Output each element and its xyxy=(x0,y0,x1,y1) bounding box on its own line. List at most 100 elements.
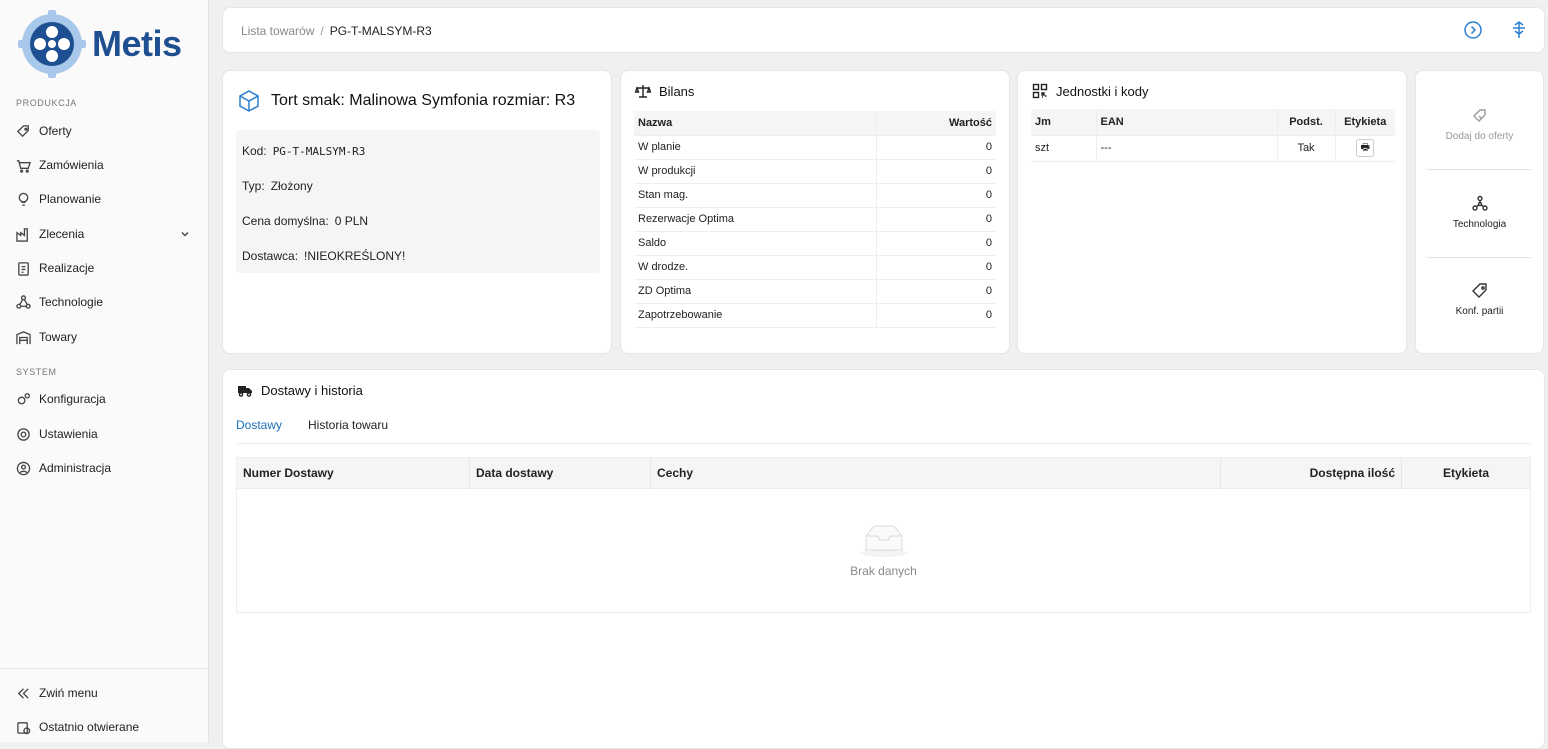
balance-row-value: 0 xyxy=(876,255,996,280)
recently-opened-button[interactable]: Ostatnio otwierane xyxy=(16,715,196,739)
sidebar-item-label: Konfiguracja xyxy=(39,392,106,406)
actions-card: Dodaj do oferty Technologia Konf. partii xyxy=(1415,70,1544,354)
tag-icon xyxy=(16,124,29,137)
printer-icon: 🖶 xyxy=(1360,142,1370,153)
sidebar-item-ustawienia[interactable]: Ustawienia xyxy=(16,422,196,446)
units-base: Tak xyxy=(1277,135,1336,162)
balance-row-name: Saldo xyxy=(634,231,877,256)
clipboard-icon xyxy=(18,261,29,276)
balance-row-value: 0 xyxy=(876,159,996,184)
sidebar-item-label: Technologie xyxy=(39,295,104,309)
sidebar-item-administracja[interactable]: Administracja xyxy=(16,456,196,480)
truck-icon xyxy=(238,386,252,397)
breadcrumb-current: PG-T-MALSYM-R3 xyxy=(329,24,432,38)
col-label[interactable]: Etykieta xyxy=(1402,458,1530,489)
sidebar-item-label: Administracja xyxy=(39,461,112,475)
deliveries-header: Dostawy i historia xyxy=(237,382,363,398)
units-table: Jm EAN Podst. Etykieta szt --- Tak 🖶 xyxy=(1031,109,1395,162)
code-label: Kod: xyxy=(242,144,267,158)
history-icon xyxy=(17,721,31,734)
table-row: Rezerwacje Optima 0 xyxy=(634,207,996,232)
print-label-button[interactable]: 🖶 xyxy=(1356,139,1375,157)
price-row: Cena domyślna: 0 PLN xyxy=(242,214,368,228)
col-delivery-number[interactable]: Numer Dostawy xyxy=(237,458,470,489)
sidebar-item-label: Zamówienia xyxy=(39,158,104,172)
sidebar-item-technologie[interactable]: Technologie xyxy=(16,290,196,314)
units-col-label: Etykieta xyxy=(1335,109,1395,136)
bulb-icon xyxy=(18,192,29,206)
table-row: ZD Optima 0 xyxy=(634,279,996,304)
empty-state: Brak danych xyxy=(237,522,1530,578)
units-col-base: Podst. xyxy=(1277,109,1336,136)
empty-text: Brak danych xyxy=(850,564,917,578)
supplier-value: !NIEOKREŚLONY! xyxy=(304,249,406,263)
supplier-label: Dostawca: xyxy=(242,249,299,263)
balance-row-value: 0 xyxy=(876,183,996,208)
sidebar-item-planowanie[interactable]: Planowanie xyxy=(16,187,196,211)
double-chevron-left-icon xyxy=(17,687,29,699)
top-bar: Lista towarów / PG-T-MALSYM-R3 xyxy=(222,7,1545,53)
user-shield-icon xyxy=(16,461,31,475)
balance-row-value: 0 xyxy=(876,231,996,256)
code-row: Kod: PG-T-MALSYM-R3 xyxy=(242,144,365,158)
collapse-menu-label: Zwiń menu xyxy=(39,686,98,700)
tab-deliveries[interactable]: Dostawy xyxy=(236,418,282,432)
gear-icon xyxy=(17,427,30,441)
technology-button[interactable]: Technologia xyxy=(1416,195,1543,230)
brand-name: Metis xyxy=(92,23,182,64)
deliveries-table-header: Numer Dostawy Data dostawy Cechy Dostępn… xyxy=(237,458,1530,489)
qr-code-icon xyxy=(1032,83,1048,99)
section-production-title: PRODUKCJA xyxy=(16,98,77,108)
table-row: Zapotrzebowanie 0 xyxy=(634,303,996,328)
tag-add-icon xyxy=(1472,109,1486,122)
deliveries-tabs: Dostawy Historia towaru xyxy=(236,418,1531,444)
balance-row-name: W planie xyxy=(634,135,877,160)
balance-header: Bilans xyxy=(635,83,694,99)
sidebar-item-zamowienia[interactable]: Zamówienia xyxy=(16,153,196,177)
table-row: Saldo 0 xyxy=(634,231,996,256)
table-row: W planie 0 xyxy=(634,135,996,160)
sidebar-divider xyxy=(0,668,209,669)
balance-row-name: Zapotrzebowanie xyxy=(634,303,877,328)
col-available-qty[interactable]: Dostępna ilość xyxy=(1221,458,1402,489)
collapse-menu-button[interactable]: Zwiń menu xyxy=(16,681,196,705)
breadcrumb: Lista towarów / PG-T-MALSYM-R3 xyxy=(241,24,432,38)
sidebar-item-label: Planowanie xyxy=(39,192,102,206)
deliveries-table: Numer Dostawy Data dostawy Cechy Dostępn… xyxy=(236,457,1531,613)
balance-row-value: 0 xyxy=(876,303,996,328)
tab-history[interactable]: Historia towaru xyxy=(308,418,388,432)
add-to-offer-button[interactable]: Dodaj do oferty xyxy=(1416,107,1543,142)
sidebar-item-zlecenia[interactable]: Zlecenia xyxy=(16,222,196,246)
table-row: W produkcji 0 xyxy=(634,159,996,184)
add-to-offer-label: Dodaj do oferty xyxy=(1445,131,1514,142)
pin-icon[interactable] xyxy=(1509,20,1529,40)
gears-icon xyxy=(17,392,30,404)
technology-label: Technologia xyxy=(1452,219,1507,230)
units-print-cell: 🖶 xyxy=(1335,135,1395,162)
tag-icon xyxy=(1471,283,1487,298)
balance-row-name: Rezerwacje Optima xyxy=(634,207,877,232)
balance-row-value: 0 xyxy=(876,207,996,232)
sidebar-item-label: Towary xyxy=(39,330,78,344)
sidebar-item-realizacje[interactable]: Realizacje xyxy=(16,256,196,280)
balance-row-value: 0 xyxy=(876,135,996,160)
balance-row-name: W drodze. xyxy=(634,255,877,280)
col-features[interactable]: Cechy xyxy=(651,458,1221,489)
batch-config-button[interactable]: Konf. partii xyxy=(1416,282,1543,317)
sidebar-item-oferty[interactable]: Oferty xyxy=(16,119,196,143)
balance-row-name: ZD Optima xyxy=(634,279,877,304)
batch-config-label: Konf. partii xyxy=(1455,306,1504,317)
empty-inbox-icon xyxy=(859,525,908,557)
scales-icon xyxy=(635,85,651,98)
balance-row-value: 0 xyxy=(876,279,996,304)
breadcrumb-parent[interactable]: Lista towarów xyxy=(241,24,314,38)
units-jm: szt xyxy=(1031,135,1097,162)
sidebar-item-konfiguracja[interactable]: Konfiguracja xyxy=(16,387,196,411)
logo[interactable]: Metis xyxy=(16,10,182,78)
col-delivery-date[interactable]: Data dostawy xyxy=(470,458,651,489)
sidebar-item-towary[interactable]: Towary xyxy=(16,325,196,349)
circle-arrow-right-icon[interactable] xyxy=(1463,20,1483,40)
product-title: Tort smak: Malinowa Symfonia rozmiar: R3 xyxy=(237,89,575,113)
units-header: Jednostki i kody xyxy=(1032,83,1149,99)
type-value: Złożony xyxy=(270,179,313,193)
